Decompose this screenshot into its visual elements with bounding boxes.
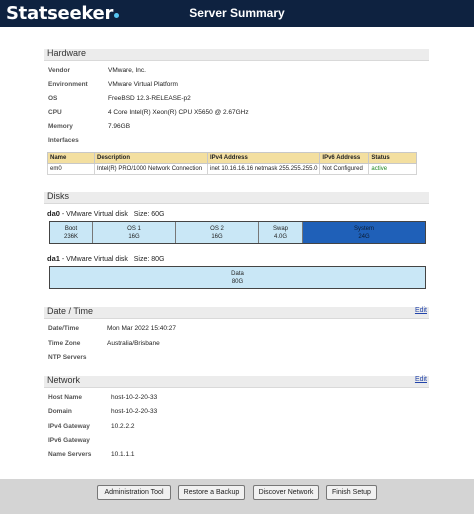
- ipv4-gateway-value: 10.2.2.2: [111, 423, 135, 430]
- partition-os2-size: 16G: [211, 233, 223, 240]
- interface-ipv4-cell: inet 10.16.16.16 netmask 255.255.255.0: [206, 163, 321, 175]
- interfaces-label: Interfaces: [48, 137, 79, 144]
- network-section-header: Network Edit: [44, 375, 429, 388]
- hardware-section-title: Hardware: [47, 48, 87, 58]
- partition-boot-size: 236K: [63, 233, 78, 240]
- os-label: OS: [48, 95, 58, 102]
- partition-swap[interactable]: Swap 4.0G: [259, 222, 303, 243]
- partition-swap-name: Swap: [272, 225, 288, 232]
- partition-boot[interactable]: Boot 236K: [50, 222, 93, 243]
- datetime-label: Date/Time: [48, 325, 79, 332]
- disk-da0-size: Size: 60G: [133, 211, 165, 218]
- column-header-description: Description: [94, 152, 208, 164]
- disk-da1-partitions: Data 80G: [49, 266, 426, 289]
- disk-da0-title: da0 - VMware Virtual disk Size: 60G: [47, 209, 164, 218]
- disk-da1-size: Size: 80G: [133, 256, 165, 263]
- cpu-label: CPU: [48, 109, 62, 116]
- column-header-name: Name: [47, 152, 95, 164]
- partition-os2[interactable]: OS 2 16G: [176, 222, 259, 243]
- environment-label: Environment: [48, 81, 88, 88]
- domain-value: host-10-2-20-33: [111, 408, 158, 415]
- environment-value: VMware Virtual Platform: [108, 81, 178, 88]
- memory-value: 7.96GB: [108, 123, 131, 130]
- disk-da1-desc: - VMware Virtual disk: [59, 256, 128, 263]
- disks-section-title: Disks: [47, 191, 69, 201]
- partition-os1-size: 16G: [128, 233, 140, 240]
- timezone-value: Australia/Brisbane: [107, 340, 160, 347]
- column-header-ipv6: IPv6 Address: [319, 152, 370, 164]
- ipv4-gateway-label: IPv4 Gateway: [48, 423, 90, 430]
- partition-system-size: 24G: [358, 233, 370, 240]
- partition-swap-size: 4.0G: [273, 233, 287, 240]
- hostname-label: Host Name: [48, 394, 82, 401]
- domain-label: Domain: [48, 408, 72, 415]
- partition-system-name: System: [353, 225, 374, 232]
- timezone-label: Time Zone: [48, 340, 81, 347]
- interface-ipv6-cell: Not Configured: [319, 163, 370, 175]
- partition-os1-name: OS 1: [127, 225, 141, 232]
- disk-da0-partitions: Boot 236K OS 1 16G OS 2 16G Swap 4.0G Sy…: [49, 221, 426, 244]
- vendor-label: Vendor: [48, 67, 71, 74]
- datetime-value: Mon Mar 2022 15:40:27: [107, 325, 177, 332]
- ntp-servers-label: NTP Servers: [48, 354, 87, 361]
- page-title: Server Summary: [189, 6, 285, 20]
- administration-tool-button[interactable]: Administration Tool: [97, 485, 171, 500]
- partition-os2-name: OS 2: [210, 225, 224, 232]
- discover-network-button[interactable]: Discover Network: [253, 485, 319, 500]
- name-servers-value: 10.1.1.1: [111, 451, 135, 458]
- column-header-ipv4: IPv4 Address: [206, 152, 321, 164]
- interfaces-header-row: Name Description IPv4 Address IPv6 Addre…: [47, 152, 417, 164]
- hardware-section-header: Hardware: [44, 48, 429, 61]
- disk-da0-desc: - VMware Virtual disk: [59, 211, 128, 218]
- datetime-section-header: Date / Time Edit: [44, 306, 429, 319]
- finish-setup-button[interactable]: Finish Setup: [326, 485, 377, 500]
- interface-description-cell: Intel(R) PRO/1000 Network Connection: [94, 163, 208, 175]
- ipv6-gateway-label: IPv6 Gateway: [48, 437, 90, 444]
- datetime-edit-link[interactable]: Edit: [415, 307, 427, 314]
- partition-data-name: Data: [231, 270, 244, 277]
- partition-os1[interactable]: OS 1 16G: [93, 222, 176, 243]
- network-section-title: Network: [47, 375, 81, 385]
- interfaces-table: Name Description IPv4 Address IPv6 Addre…: [47, 152, 417, 175]
- cpu-value: 4 Core Intel(R) Xeon(R) CPU X5650 @ 2.67…: [108, 109, 249, 116]
- interface-name-cell: em0: [47, 163, 95, 175]
- partition-boot-name: Boot: [64, 225, 78, 232]
- table-row: em0 Intel(R) PRO/1000 Network Connection…: [47, 163, 417, 175]
- name-servers-label: Name Servers: [48, 451, 92, 458]
- hostname-value: host-10-2-20-33: [111, 394, 158, 401]
- partition-system[interactable]: System 24G: [303, 222, 425, 243]
- datetime-section-title: Date / Time: [47, 306, 94, 316]
- interface-status-cell: active: [368, 163, 417, 175]
- os-value: FreeBSD 12.3-RELEASE-p2: [108, 95, 191, 102]
- partition-data[interactable]: Data 80G: [50, 267, 425, 288]
- restore-backup-button[interactable]: Restore a Backup: [178, 485, 245, 500]
- top-bar: Statseeker Server Summary: [0, 0, 474, 27]
- disks-section-header: Disks: [44, 191, 429, 204]
- column-header-status: Status: [368, 152, 417, 164]
- disk-da0-name: da0: [47, 209, 60, 218]
- vendor-value: VMware, Inc.: [108, 67, 146, 74]
- disk-da1-title: da1 - VMware Virtual disk Size: 80G: [47, 254, 164, 263]
- network-edit-link[interactable]: Edit: [415, 376, 427, 383]
- partition-data-size: 80G: [231, 278, 244, 285]
- disk-da1-name: da1: [47, 254, 60, 263]
- memory-label: Memory: [48, 123, 73, 130]
